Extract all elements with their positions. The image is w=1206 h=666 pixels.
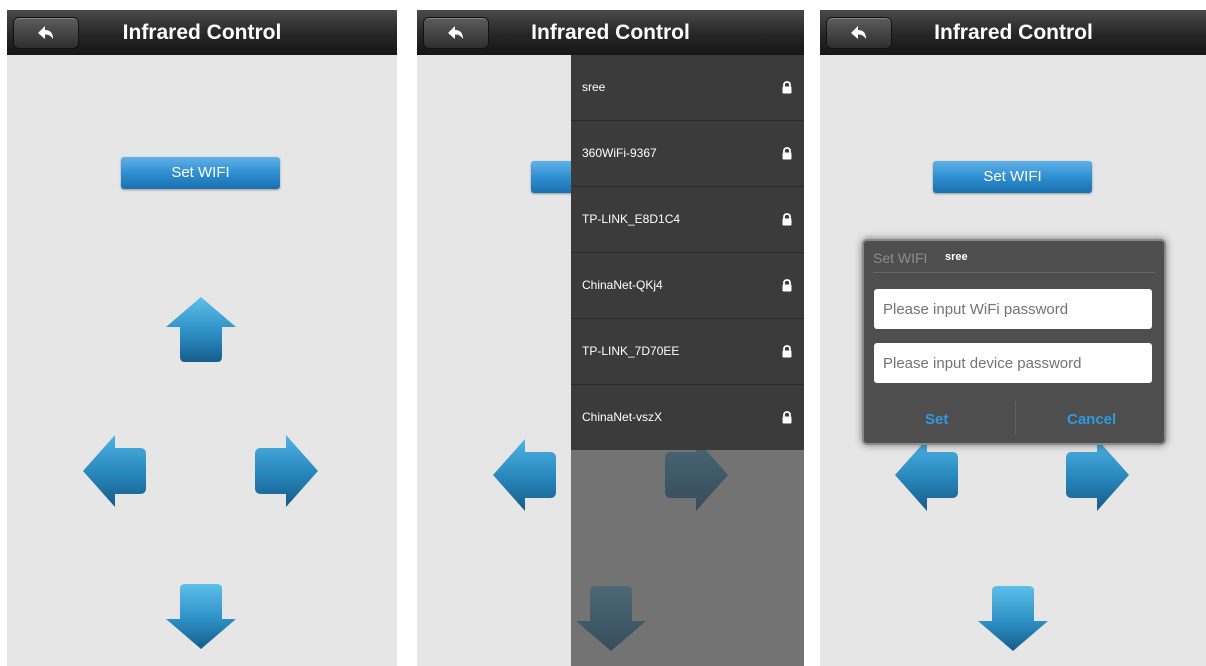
left-arrow-icon bbox=[895, 439, 958, 511]
set-wifi-button: Set WIFI bbox=[933, 161, 1092, 193]
left-arrow-icon bbox=[493, 439, 556, 511]
right-arrow-icon[interactable] bbox=[254, 435, 318, 507]
wifi-ssid: TP-LINK_E8D1C4 bbox=[582, 212, 681, 226]
down-arrow-icon[interactable] bbox=[166, 583, 236, 649]
wifi-network-list: sree 360WiFi-9367 TP-LINK_E8D1C4 ChinaNe… bbox=[571, 55, 804, 450]
up-arrow-icon[interactable] bbox=[166, 297, 236, 363]
screen-main: Infrared Control Set WIFI bbox=[7, 10, 397, 666]
wifi-list-item[interactable]: 360WiFi-9367 bbox=[571, 121, 804, 187]
lock-icon bbox=[782, 213, 792, 226]
dialog-button-divider bbox=[1015, 401, 1016, 435]
wifi-ssid: 360WiFi-9367 bbox=[582, 146, 657, 160]
wifi-ssid: TP-LINK_7D70EE bbox=[582, 344, 680, 358]
wifi-list-item[interactable]: ChinaNet-vszX bbox=[571, 385, 804, 450]
wifi-password-input[interactable] bbox=[874, 289, 1152, 329]
page-title: Infrared Control bbox=[122, 21, 282, 44]
lock-icon bbox=[782, 279, 792, 292]
lock-icon bbox=[782, 411, 792, 424]
dialog-title: Set WIFI bbox=[873, 250, 928, 266]
top-bar: Infrared Control bbox=[7, 10, 397, 55]
cancel-button[interactable]: Cancel bbox=[1067, 411, 1116, 428]
set-wifi-dialog: Set WIFI sree Set Cancel bbox=[862, 239, 1166, 445]
page-title: Infrared Control bbox=[531, 21, 690, 44]
top-bar: Infrared Control bbox=[820, 10, 1206, 55]
device-password-input[interactable] bbox=[874, 343, 1152, 383]
set-wifi-button[interactable]: Set WIFI bbox=[121, 157, 280, 189]
wifi-list-item[interactable]: TP-LINK_E8D1C4 bbox=[571, 187, 804, 253]
left-arrow-icon[interactable] bbox=[83, 435, 147, 507]
wifi-ssid: ChinaNet-vszX bbox=[582, 410, 663, 424]
lock-icon bbox=[782, 81, 792, 94]
set-button[interactable]: Set bbox=[925, 411, 948, 428]
wifi-ssid: ChinaNet-QKj4 bbox=[582, 278, 663, 292]
wifi-list-item[interactable]: ChinaNet-QKj4 bbox=[571, 253, 804, 319]
lock-icon bbox=[782, 147, 792, 160]
dialog-divider bbox=[873, 272, 1155, 273]
down-arrow-icon bbox=[978, 586, 1048, 651]
right-arrow-icon bbox=[1066, 439, 1129, 511]
lock-icon bbox=[782, 345, 792, 358]
screen-wifi-list: Infrared Control Set WIFI sree 360WiFi-9… bbox=[417, 10, 804, 666]
wifi-ssid: sree bbox=[582, 80, 606, 94]
top-bar: Infrared Control bbox=[417, 10, 804, 55]
screen-password-dialog: Infrared Control Set WIFI Set WIFI sree … bbox=[820, 10, 1206, 666]
wifi-list-item[interactable]: TP-LINK_7D70EE bbox=[571, 319, 804, 385]
dialog-ssid: sree bbox=[945, 251, 968, 263]
wifi-list-item[interactable]: sree bbox=[571, 55, 804, 121]
page-title: Infrared Control bbox=[934, 21, 1093, 44]
